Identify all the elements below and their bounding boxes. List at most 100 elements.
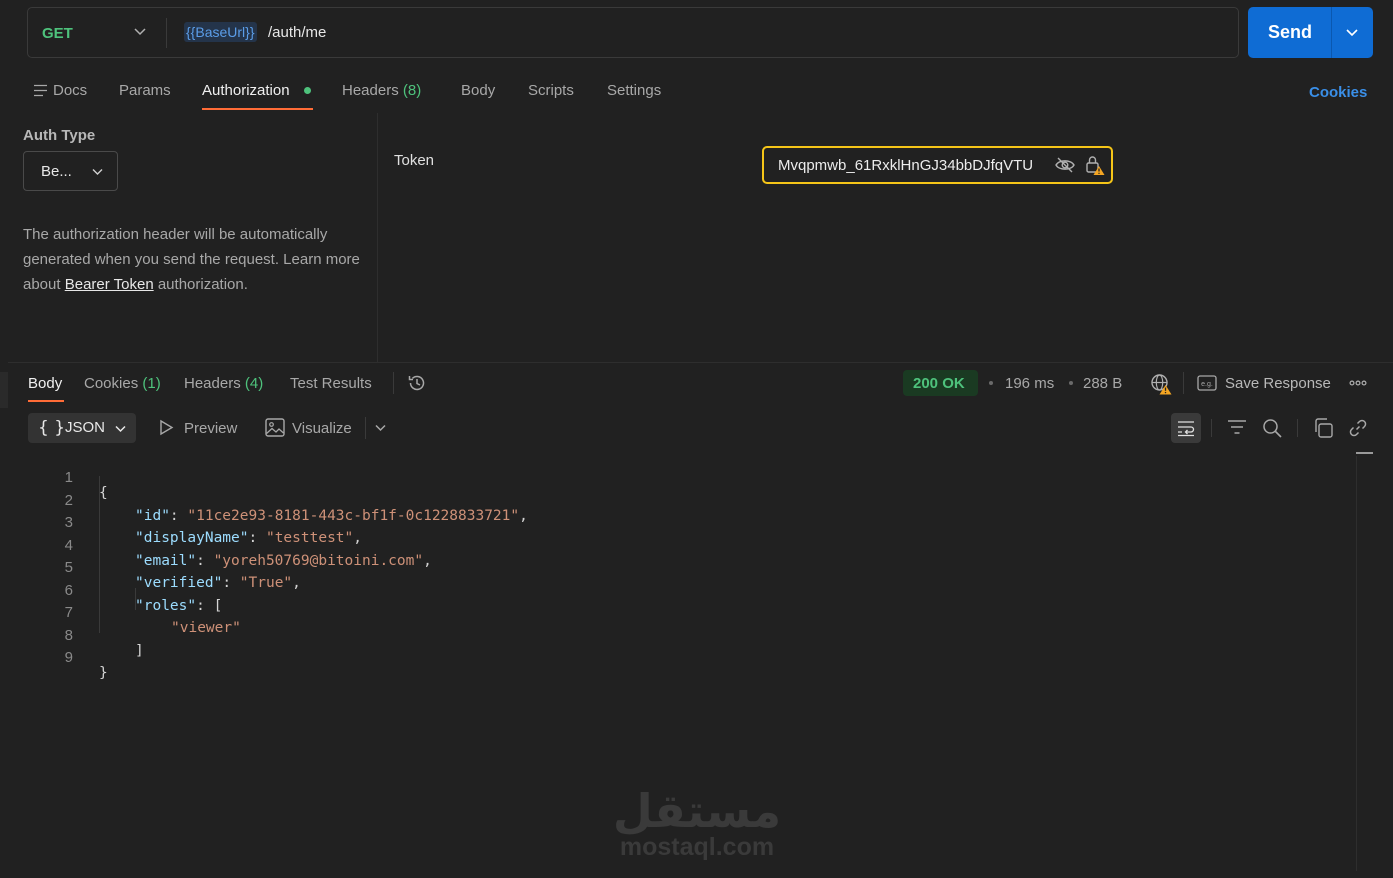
json-entry: "verified": "True", [135,575,301,591]
response-size[interactable]: 288 B [1083,375,1122,392]
separator-dot [1069,381,1073,385]
scrollbar-thumb[interactable] [1356,452,1373,454]
active-tab-indicator [202,108,313,110]
divider [1297,419,1298,437]
response-tab-cookies[interactable]: Cookies (1) [84,375,161,392]
example-icon: e.g. [1197,375,1217,391]
token-value: Mvqpmwb_61RxklHnGJ34bbDJfqVTU [778,157,1034,174]
auth-type-label: Auth Type [23,127,96,144]
section-divider [8,362,1393,363]
scrollbar[interactable] [1356,456,1357,871]
format-select[interactable]: { } JSON [28,413,136,443]
auth-type-select[interactable]: Be... [23,151,118,191]
braces-icon: { } [38,418,66,438]
tab-headers[interactable]: Headers (8) [342,82,421,99]
tab-settings[interactable]: Settings [607,82,661,99]
chevron-down-icon [115,425,126,433]
json-value: "11ce2e93-8181-443c-bf1f-0c1228833721" [187,507,520,524]
token-label: Token [394,152,435,169]
line-number: 8 [64,626,73,644]
resize-handle[interactable] [0,372,8,408]
json-value: "testtest" [265,530,354,546]
json-key: "verified" [135,575,223,591]
search-icon[interactable] [1262,418,1282,438]
json-key: "displayName" [135,530,249,546]
line-number: 3 [64,514,73,531]
history-icon[interactable] [407,373,427,393]
separator-dot [989,381,993,385]
response-headers-label: Headers [184,375,241,392]
divider [1211,419,1212,437]
watermark-latin: mostaql.com [620,833,774,861]
json-entry: "email": "yoreh50769@bitoini.com", [135,552,432,569]
link-icon[interactable] [1348,418,1368,438]
code-line: 5 "verified": "True", [0,543,301,591]
play-icon[interactable] [158,419,174,436]
visualize-button[interactable]: Visualize [292,420,352,437]
code-line: 1 { [0,453,108,501]
status-text: 200 OK [913,375,965,392]
json-bracket: [ [213,597,223,614]
chevron-down-icon[interactable] [374,421,387,434]
tab-authorization[interactable]: Authorization [202,82,290,99]
json-entry: "id": "11ce2e93-8181-443c-bf1f-0c1228833… [135,507,528,524]
tab-params[interactable]: Params [119,82,171,99]
json-entry: "roles": [ [135,597,223,614]
eye-off-icon[interactable] [1055,156,1075,174]
send-label: Send [1268,22,1313,42]
code-line: 2 "id": "11ce2e93-8181-443c-bf1f-0c12288… [0,476,528,524]
preview-button[interactable]: Preview [184,420,237,437]
tab-body[interactable]: Body [461,82,495,99]
url-variable[interactable]: {{BaseUrl}} [184,22,257,42]
divider [1331,7,1332,58]
wrap-lines-button[interactable] [1171,413,1201,443]
json-value: "yoreh50769@bitoini.com" [213,552,424,569]
url-bar: GET {{BaseUrl}} /auth/me [27,7,1239,58]
response-time[interactable]: 196 ms [1005,375,1054,392]
copy-icon[interactable] [1313,418,1333,438]
save-response-button[interactable]: Save Response [1225,375,1331,392]
bearer-token-link[interactable]: Bearer Token [65,276,154,293]
divider [166,18,167,48]
chevron-down-icon [92,169,103,175]
chevron-down-icon[interactable] [133,24,147,38]
send-button[interactable]: Send [1248,7,1373,58]
response-tab-test-results[interactable]: Test Results [290,375,372,392]
format-label: JSON [65,419,106,436]
code-line: 8 ] [0,611,144,659]
image-icon[interactable] [265,418,285,437]
json-brace: { [99,485,108,501]
response-cookies-count: (1) [142,375,161,392]
line-number: 7 [64,604,73,621]
divider [393,372,394,394]
response-tab-headers[interactable]: Headers (4) [184,375,263,392]
line-number: 5 [64,559,73,576]
json-key: "roles" [135,597,197,614]
json-bracket: ] [135,642,144,659]
token-input[interactable]: Mvqpmwb_61RxklHnGJ34bbDJfqVTU [762,146,1113,184]
line-number: 1 [64,469,73,486]
auth-desc-suffix: authorization. [153,276,248,293]
method-select[interactable]: GET [42,25,73,42]
tab-docs[interactable]: Docs [53,82,87,99]
code-line: 7 "viewer" [0,588,241,636]
more-options-icon[interactable] [1349,376,1367,390]
active-tab-indicator [28,400,64,402]
divider [1183,372,1184,394]
filter-icon[interactable] [1227,418,1247,436]
globe-warning-icon[interactable] [1150,373,1172,395]
code-line: 6 "roles": [ [0,566,223,614]
tab-scripts[interactable]: Scripts [528,82,574,99]
code-line: 9 } [0,633,108,681]
panel-divider [377,113,378,363]
code-line: 4 "email": "yoreh50769@bitoini.com", [0,521,432,569]
cookies-link[interactable]: Cookies [1309,84,1367,101]
auth-type-value: Be... [41,163,72,180]
response-tab-body[interactable]: Body [28,375,62,392]
url-input[interactable]: /auth/me [268,24,326,41]
tab-headers-label: Headers [342,82,399,99]
status-badge[interactable]: 200 OK [903,370,978,396]
chevron-down-icon[interactable] [1345,25,1359,39]
code-line: 3 "displayName": "testtest", [0,498,362,546]
lock-warning-icon[interactable] [1085,154,1105,176]
